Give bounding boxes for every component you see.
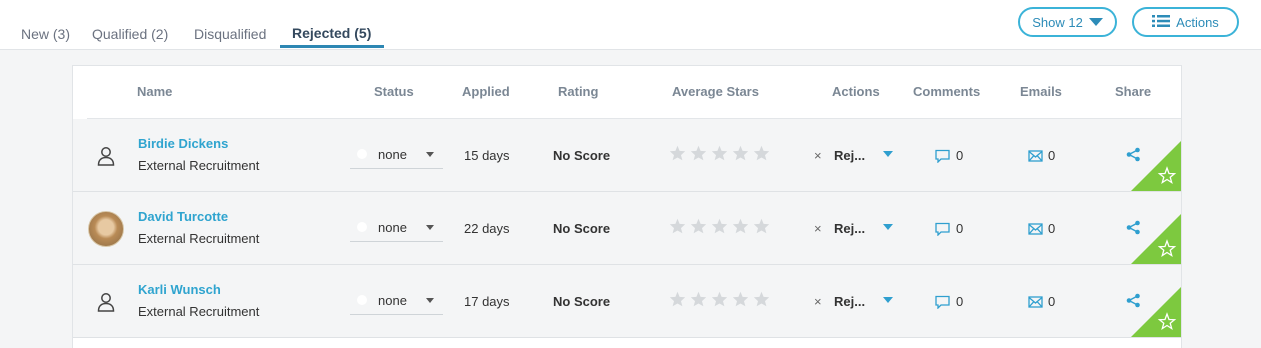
- list-icon: [1152, 14, 1171, 31]
- user-icon: [88, 138, 124, 174]
- caret-down-icon[interactable]: [883, 224, 893, 230]
- favorite-corner-star-icon[interactable]: [1131, 141, 1181, 191]
- status-select[interactable]: none: [350, 141, 443, 169]
- star-icon: [753, 291, 770, 307]
- active-tab-indicator: [280, 45, 384, 48]
- email-icon[interactable]: [1028, 295, 1043, 313]
- star-icon: [753, 145, 770, 161]
- user-icon: [88, 284, 124, 320]
- candidate-photo-avatar: [88, 211, 124, 247]
- star-icon: [732, 145, 749, 161]
- applied-value: 15 days: [464, 148, 510, 163]
- star-icon: [690, 145, 707, 161]
- comments-count: 0: [956, 148, 964, 163]
- star-icon: [711, 291, 728, 307]
- status-value: none: [378, 220, 407, 235]
- comments-count: 0: [956, 294, 964, 309]
- caret-down-icon: [1088, 18, 1103, 26]
- status-select[interactable]: none: [350, 214, 443, 242]
- average-stars: [669, 291, 770, 307]
- close-icon[interactable]: ×: [814, 148, 822, 163]
- column-header-rating[interactable]: Rating: [558, 84, 598, 99]
- email-icon[interactable]: [1028, 222, 1043, 240]
- star-icon: [732, 218, 749, 234]
- comment-icon[interactable]: [935, 295, 950, 314]
- rating-value: No Score: [553, 294, 611, 309]
- candidate-name-link[interactable]: David Turcotte: [138, 209, 228, 224]
- reject-action[interactable]: Rej...: [834, 294, 865, 309]
- star-icon: [669, 218, 686, 234]
- column-header-applied[interactable]: Applied: [462, 84, 510, 99]
- star-icon: [711, 218, 728, 234]
- applied-value: 17 days: [464, 294, 510, 309]
- rating-value: No Score: [553, 148, 611, 163]
- chevron-down-icon: [426, 225, 434, 230]
- column-header-emails[interactable]: Emails: [1020, 84, 1062, 99]
- star-icon: [732, 291, 749, 307]
- star-icon: [669, 291, 686, 307]
- reject-action[interactable]: Rej...: [834, 148, 865, 163]
- rating-value: No Score: [553, 221, 611, 236]
- comments-count: 0: [956, 221, 964, 236]
- emails-count: 0: [1048, 221, 1056, 236]
- status-dot: [357, 222, 367, 232]
- star-icon: [690, 218, 707, 234]
- favorite-corner-star-icon[interactable]: [1131, 287, 1181, 337]
- chevron-down-icon: [426, 152, 434, 157]
- favorite-corner-star-icon[interactable]: [1131, 214, 1181, 264]
- emails-count: 0: [1048, 294, 1056, 309]
- star-icon: [753, 218, 770, 234]
- applied-value: 22 days: [464, 221, 510, 236]
- actions-label: Actions: [1176, 14, 1219, 30]
- table-row[interactable]: Birdie Dickens External Recruitment none…: [73, 119, 1181, 192]
- column-header-actions[interactable]: Actions: [832, 84, 880, 99]
- candidate-source: External Recruitment: [138, 158, 260, 173]
- comment-icon[interactable]: [935, 222, 950, 241]
- table-row[interactable]: David Turcotte External Recruitment none…: [73, 192, 1181, 265]
- star-icon: [669, 145, 686, 161]
- candidate-name-link[interactable]: Karli Wunsch: [138, 282, 221, 297]
- status-select[interactable]: none: [350, 287, 443, 315]
- candidate-source: External Recruitment: [138, 304, 260, 319]
- caret-down-icon[interactable]: [883, 151, 893, 157]
- candidate-name-link[interactable]: Birdie Dickens: [138, 136, 228, 151]
- tab-disqualified[interactable]: Disqualified: [194, 26, 266, 42]
- show-count-dropdown[interactable]: Show 12: [1018, 7, 1117, 37]
- average-stars: [669, 218, 770, 234]
- star-icon: [690, 291, 707, 307]
- column-header-name[interactable]: Name: [137, 84, 172, 99]
- caret-down-icon[interactable]: [883, 297, 893, 303]
- status-value: none: [378, 147, 407, 162]
- status-value: none: [378, 293, 407, 308]
- close-icon[interactable]: ×: [814, 221, 822, 236]
- column-header-average-stars[interactable]: Average Stars: [672, 84, 759, 99]
- actions-button[interactable]: Actions: [1132, 7, 1239, 37]
- candidate-source: External Recruitment: [138, 231, 260, 246]
- top-bar: New (3) Qualified (2) Disqualified Rejec…: [0, 0, 1261, 50]
- status-dot: [357, 295, 367, 305]
- column-header-comments[interactable]: Comments: [913, 84, 980, 99]
- chevron-down-icon: [426, 298, 434, 303]
- tab-rejected[interactable]: Rejected (5): [292, 25, 371, 41]
- column-header-share[interactable]: Share: [1115, 84, 1151, 99]
- email-icon[interactable]: [1028, 149, 1043, 167]
- show-count-label: Show 12: [1032, 14, 1083, 30]
- comment-icon[interactable]: [935, 149, 950, 168]
- status-dot: [357, 149, 367, 159]
- average-stars: [669, 145, 770, 161]
- tab-new[interactable]: New (3): [21, 26, 70, 42]
- candidates-table: Name Status Applied Rating Average Stars…: [72, 65, 1182, 348]
- star-icon: [711, 145, 728, 161]
- tab-qualified[interactable]: Qualified (2): [92, 26, 168, 42]
- column-header-status[interactable]: Status: [374, 84, 414, 99]
- table-row[interactable]: Karli Wunsch External Recruitment none 1…: [73, 265, 1181, 338]
- reject-action[interactable]: Rej...: [834, 221, 865, 236]
- close-icon[interactable]: ×: [814, 294, 822, 309]
- emails-count: 0: [1048, 148, 1056, 163]
